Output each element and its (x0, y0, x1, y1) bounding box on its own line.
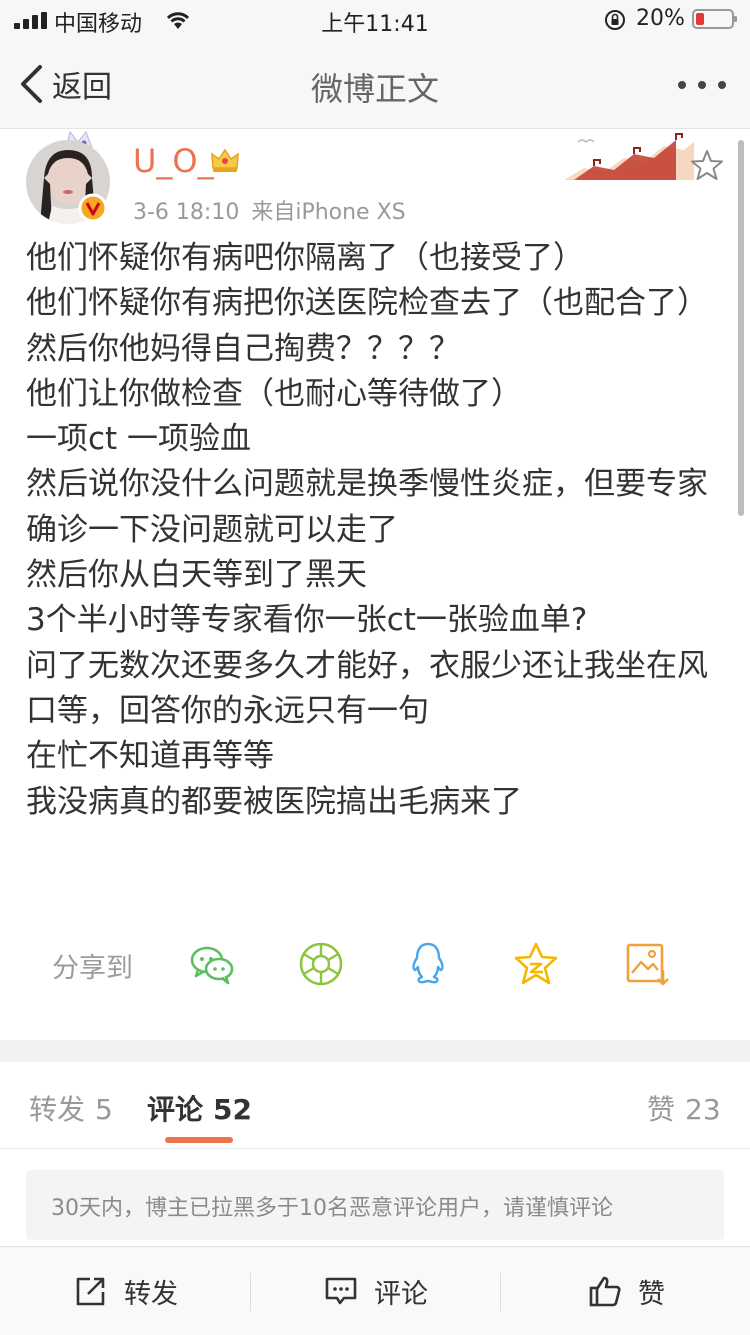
bottom-action-bar: 转发 评论 赞 (0, 1246, 750, 1335)
username[interactable]: U_O_ (133, 142, 214, 180)
action-separator (500, 1273, 501, 1311)
battery-percent: 20% (636, 6, 685, 31)
tab-comment-label: 评论 (147, 1093, 204, 1126)
comment-label: 评论 (374, 1278, 428, 1310)
post-timestamp: 3-6 18:10 (133, 200, 240, 225)
thumbs-up-icon (589, 1276, 621, 1307)
great-wall-card-decoration-icon (564, 133, 694, 180)
wechat-icon[interactable] (188, 940, 236, 988)
tab-repost-label: 转发 (29, 1093, 86, 1126)
qq-icon[interactable] (404, 940, 452, 988)
share-out-icon (76, 1277, 105, 1306)
post-line: 他们让你做检查（也耐心等待做了） (26, 375, 522, 412)
post-line: 他们怀疑你有病把你送医院检查去了（也配合了） (26, 285, 708, 322)
action-separator (250, 1273, 251, 1311)
page-title: 微博正文 (310, 70, 439, 108)
post-line: 问了无数次还要多久才能好，衣服少还让我坐在风口等，回答你的永远只有一句 (26, 647, 708, 729)
nav-bar: 返回 微博正文 (0, 40, 750, 129)
post-source: 来自iPhone XS (251, 200, 406, 225)
post-meta: 3-6 18:10 来自iPhone XS (133, 194, 406, 226)
tab-repost[interactable]: 转发 5 (29, 1088, 113, 1128)
comment-notice: 30天内，博主已拉黑多于10名恶意评论用户，请谨慎评论 (26, 1170, 724, 1240)
comment-notice-text: 30天内，博主已拉黑多于10名恶意评论用户，请谨慎评论 (51, 1196, 613, 1221)
repost-button[interactable]: 转发 (74, 1271, 178, 1311)
save-image-icon[interactable] (623, 940, 671, 988)
comment-button[interactable]: 评论 (324, 1271, 428, 1311)
tabs-divider (0, 1148, 750, 1149)
post-content: 他们怀疑你有病吧你隔离了（也接受了） 他们怀疑你有病把你送医院检查去了（也配合了… (26, 236, 726, 825)
repost-label: 转发 (124, 1278, 178, 1310)
post-line: 然后你从白天等到了黑天 (26, 557, 367, 594)
battery-icon (692, 9, 737, 29)
post-line: 然后说你没什么问题就是换季慢性炎症，但要专家确诊一下没问题就可以走了 (26, 466, 708, 548)
post-line: 我没病真的都要被医院搞出毛病来了 (26, 783, 522, 820)
tab-repost-count: 5 (95, 1093, 113, 1126)
moments-icon[interactable] (297, 940, 345, 988)
comment-icon (325, 1277, 357, 1305)
status-bar: 中国移动 上午11:41 20% (0, 0, 750, 40)
more-icon[interactable] (672, 70, 732, 100)
vip-crown-icon[interactable] (210, 146, 240, 174)
rotation-lock-icon (605, 10, 625, 30)
favorite-star-icon[interactable] (690, 148, 724, 182)
verified-badge-icon (78, 193, 108, 223)
like-label: 赞 (638, 1278, 665, 1310)
tab-comment[interactable]: 评论 52 (147, 1088, 252, 1128)
post-line: 然后你他妈得自己掏费？？？？ (26, 330, 460, 367)
share-label: 分享到 (52, 953, 133, 984)
tab-like-count: 23 (685, 1093, 721, 1126)
scrollbar[interactable] (738, 140, 744, 516)
tab-like[interactable]: 赞 23 (647, 1088, 721, 1128)
post-line: 他们怀疑你有病吧你隔离了（也接受了） (26, 240, 584, 276)
post-line: 3个半小时等专家看你一张ct一张验血单? (26, 602, 588, 639)
tab-comment-count: 52 (213, 1093, 252, 1126)
post-line: 一项ct 一项验血 (26, 421, 252, 458)
like-button[interactable]: 赞 (588, 1271, 665, 1311)
post-line: 在忙不知道再等等 (26, 738, 274, 775)
tab-like-label: 赞 (647, 1093, 676, 1126)
active-tab-indicator (165, 1137, 233, 1143)
qzone-icon[interactable] (512, 940, 560, 988)
section-divider (0, 1040, 750, 1062)
